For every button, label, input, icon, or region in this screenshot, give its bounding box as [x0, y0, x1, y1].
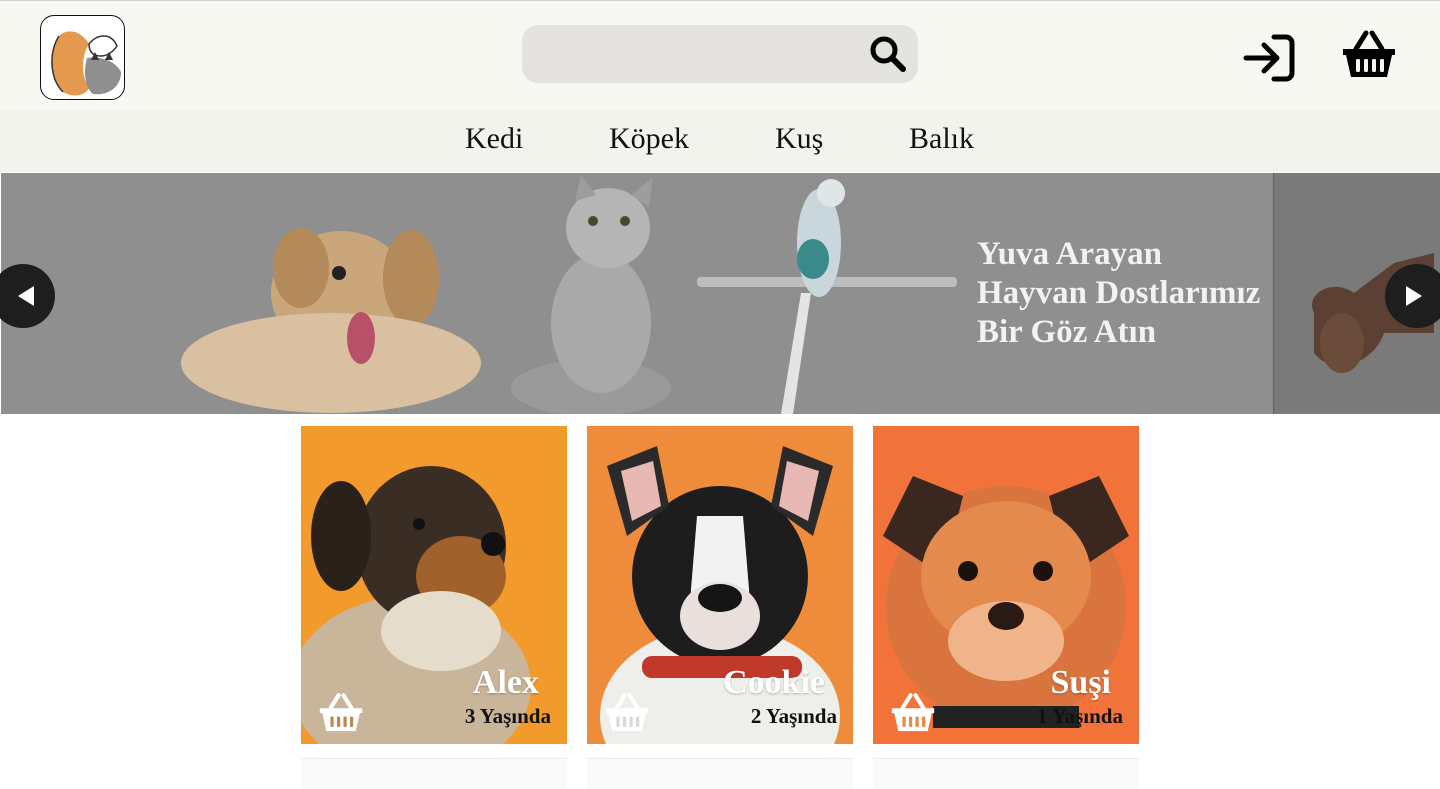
search-bar	[522, 25, 918, 85]
search-input[interactable]	[538, 25, 862, 85]
cart-button[interactable]	[1340, 29, 1398, 83]
hero-banner: Yuva Arayan Hayvan Dostlarımız Bir Göz A…	[1, 173, 1440, 414]
search-icon	[870, 36, 906, 72]
add-to-cart-button[interactable]	[315, 692, 367, 736]
basket-icon	[891, 693, 935, 732]
nav-item-kedi[interactable]: Kedi	[465, 122, 523, 156]
pet-card-partial[interactable]	[587, 758, 853, 789]
hero-headline: Yuva Arayan Hayvan Dostlarımız Bir Göz A…	[977, 235, 1277, 352]
logo[interactable]	[40, 15, 125, 100]
add-to-cart-button[interactable]	[887, 692, 939, 736]
pet-card[interactable]: Cookie 2 Yaşında	[587, 426, 853, 744]
pet-age: 1 Yaşında	[1036, 704, 1123, 728]
pet-card[interactable]: Suşi 1 Yaşında	[873, 426, 1139, 744]
carousel-next-button[interactable]	[1385, 264, 1440, 328]
basket-icon	[319, 693, 363, 732]
login-icon	[1243, 34, 1295, 82]
category-nav: Kedi Köpek Kuş Balık	[0, 110, 1440, 172]
search-button[interactable]	[864, 30, 912, 78]
nav-item-kopek[interactable]: Köpek	[609, 122, 689, 156]
pet-age: 3 Yaşında	[464, 704, 551, 728]
hero-line-1: Yuva Arayan	[977, 236, 1162, 272]
login-button[interactable]	[1242, 33, 1298, 83]
pet-name: Cookie	[723, 664, 825, 701]
pet-card[interactable]: Alex 3 Yaşında	[301, 426, 567, 744]
top-bar	[0, 0, 1440, 110]
nav-item-kus[interactable]: Kuş	[775, 122, 823, 156]
add-to-cart-button[interactable]	[601, 692, 653, 736]
basket-icon	[1343, 30, 1395, 77]
caret-right-icon	[1406, 286, 1422, 306]
pet-name: Suşi	[1050, 664, 1112, 701]
basket-icon	[605, 693, 649, 732]
hero-line-3: Bir Göz Atın	[977, 314, 1157, 350]
pet-card-partial[interactable]	[301, 758, 567, 789]
hero-line-2: Hayvan Dostlarımız	[977, 275, 1261, 311]
pet-name: Alex	[472, 664, 539, 701]
nav-item-balik[interactable]: Balık	[909, 122, 974, 156]
pet-card-partial[interactable]	[873, 758, 1139, 789]
dog-cat-logo-icon	[51, 31, 121, 96]
caret-left-icon	[18, 286, 34, 306]
pet-age: 2 Yaşında	[750, 704, 837, 728]
